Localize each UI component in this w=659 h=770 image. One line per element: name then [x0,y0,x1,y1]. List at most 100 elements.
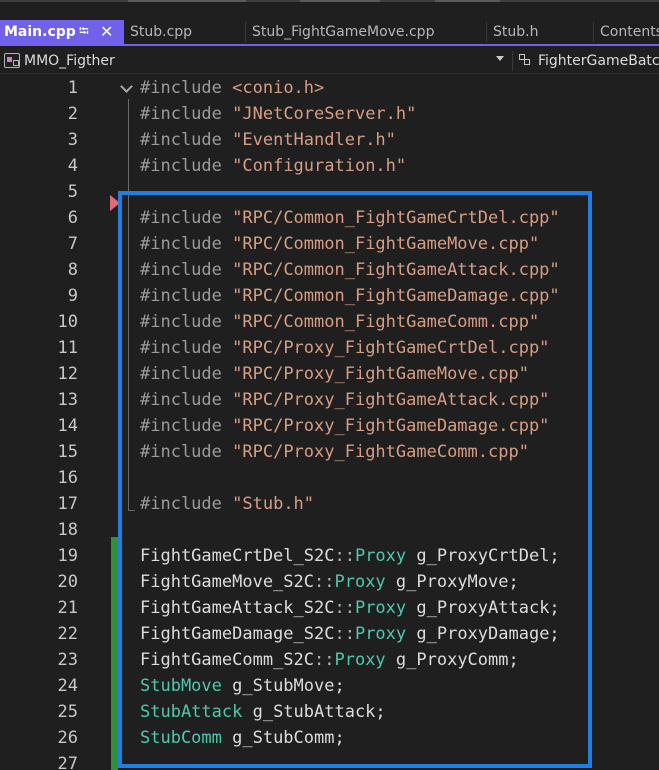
include-path-string: "RPC/Common_FightGameComm.cpp" [232,312,540,332]
declaration-text: g_ProxyDamage; [406,624,560,644]
code-line[interactable]: FightGameDamage_S2C::Proxy g_ProxyDamage… [140,621,560,647]
fold-guide-line [128,99,129,511]
close-icon[interactable]: ✕ [100,20,113,44]
type-name: StubMove [140,676,222,696]
include-directive: #include [140,390,222,410]
tab-contents[interactable]: Contents [594,20,659,44]
tab-label: Main.cpp [4,24,76,40]
code-line[interactable]: #include "RPC/Common_FightGameDamage.cpp… [140,283,560,309]
namespace-name: FightGameAttack_S2C [140,598,335,618]
include-directive: #include [140,286,222,306]
code-line[interactable]: StubMove g_StubMove; [140,673,345,699]
namespace-name: FightGameMove_S2C [140,572,314,592]
tab-label: Stub_FightGameMove.cpp [252,24,435,40]
code-line[interactable]: #include "RPC/Common_FightGameMove.cpp" [140,231,539,257]
line-number: 12 [57,364,78,384]
namespace-name: FightGameComm_S2C [140,650,314,670]
fold-guide-end [128,510,135,511]
code-line[interactable]: #include "Configuration.h" [140,153,406,179]
declaration-text: g_ProxyComm; [385,650,519,670]
tab-stub-cpp[interactable]: Stub.cpp [124,20,246,44]
navbar-divider [512,51,513,71]
namespace-name: FightGameCrtDel_S2C [140,546,335,566]
line-number: 14 [57,416,78,436]
line-number: 11 [57,338,78,358]
line-number: 13 [57,390,78,410]
include-directive: #include [140,234,222,254]
scope-operator: :: [314,650,335,670]
code-line[interactable]: StubAttack g_StubAttack; [140,699,386,725]
include-path-string: "RPC/Proxy_FightGameComm.cpp" [232,442,529,462]
include-path-string: "Configuration.h" [232,156,407,176]
namespace-name: FightGameDamage_S2C [140,624,335,644]
breakpoint-arrow-icon [110,195,120,211]
line-number: 22 [57,624,78,644]
scope-operator: :: [334,546,355,566]
project-icon [4,53,20,68]
line-number: 3 [67,130,78,150]
code-line[interactable]: #include "RPC/Common_FightGameAttack.cpp… [140,257,560,283]
code-line[interactable]: #include "RPC/Proxy_FightGameAttack.cpp" [140,387,549,413]
scope-operator: :: [314,572,335,592]
member-dropdown[interactable]: FighterGameBatch [538,51,659,71]
code-line[interactable]: #include "RPC/Proxy_FightGameComm.cpp" [140,439,529,465]
line-number: 24 [57,676,78,696]
tab-stub-h[interactable]: Stub.h [487,20,594,44]
tab-stub-fightgamemove-cpp[interactable]: Stub_FightGameMove.cpp [246,20,487,44]
include-path-string: "RPC/Common_FightGameDamage.cpp" [232,286,560,306]
fold-chevron-icon[interactable] [120,80,133,93]
type-name: Proxy [354,624,407,644]
include-directive: #include [140,312,222,332]
code-line[interactable]: FightGameComm_S2C::Proxy g_ProxyComm; [140,647,519,673]
declaration-text: g_ProxyMove; [385,572,519,592]
type-name: StubComm [140,728,222,748]
code-line[interactable]: FightGameMove_S2C::Proxy g_ProxyMove; [140,569,519,595]
active-tab-accent-line [0,44,659,46]
code-line[interactable]: #include "RPC/Proxy_FightGameMove.cpp" [140,361,529,387]
declaration-text: g_ProxyCrtDel; [406,546,560,566]
include-directive: #include [140,494,222,514]
line-number: 27 [57,754,78,770]
code-line[interactable]: #include "RPC/Proxy_FightGameCrtDel.cpp" [140,335,549,361]
change-tracking-bar [111,537,118,770]
code-line[interactable]: FightGameCrtDel_S2C::Proxy g_ProxyCrtDel… [140,543,560,569]
line-number: 20 [57,572,78,592]
code-line[interactable]: #include "RPC/Proxy_FightGameDamage.cpp" [140,413,549,439]
project-dropdown[interactable]: MMO_Figther [24,51,115,71]
code-line[interactable]: #include <conio.h> [140,75,324,101]
code-line[interactable]: #include "RPC/Common_FightGameComm.cpp" [140,309,539,335]
declaration-text: g_StubMove; [221,676,345,696]
code-editor[interactable]: 1 2 3 4 5 6 7 8 9 10 11 12 13 14 15 16 17 18 19 20 21 22 23 24 2… [0,75,659,770]
include-path-string: "RPC/Common_FightGameMove.cpp" [232,234,540,254]
line-number: 21 [57,598,78,618]
line-number: 8 [67,260,78,280]
include-path-string: "RPC/Proxy_FightGameMove.cpp" [232,364,529,384]
include-path-string: "RPC/Common_FightGameCrtDel.cpp" [232,208,560,228]
code-line[interactable]: #include "EventHandler.h" [140,127,396,153]
tab-strip-scroll-segment [435,0,500,2]
line-number: 7 [67,234,78,254]
chevron-down-icon[interactable] [496,56,504,61]
tab-strip-scroll-segment [300,0,380,2]
member-icon [519,54,535,68]
code-line[interactable]: #include "RPC/Common_FightGameCrtDel.cpp… [140,205,560,231]
tab-main-cpp[interactable]: Main.cpp ⭾ ✕ [0,20,124,44]
code-line[interactable]: #include "JNetCoreServer.h" [140,101,416,127]
type-name: Proxy [334,650,386,670]
line-number: 23 [57,650,78,670]
line-number: 25 [57,702,78,722]
pin-icon[interactable]: ⭾ [79,20,89,44]
include-directive: #include [140,364,222,384]
code-line[interactable]: StubComm g_StubComm; [140,725,345,751]
code-line[interactable]: #include "Stub.h" [140,491,314,517]
include-directive: #include [140,442,222,462]
include-directive: #include [140,208,222,228]
code-line[interactable]: FightGameAttack_S2C::Proxy g_ProxyAttack… [140,595,560,621]
